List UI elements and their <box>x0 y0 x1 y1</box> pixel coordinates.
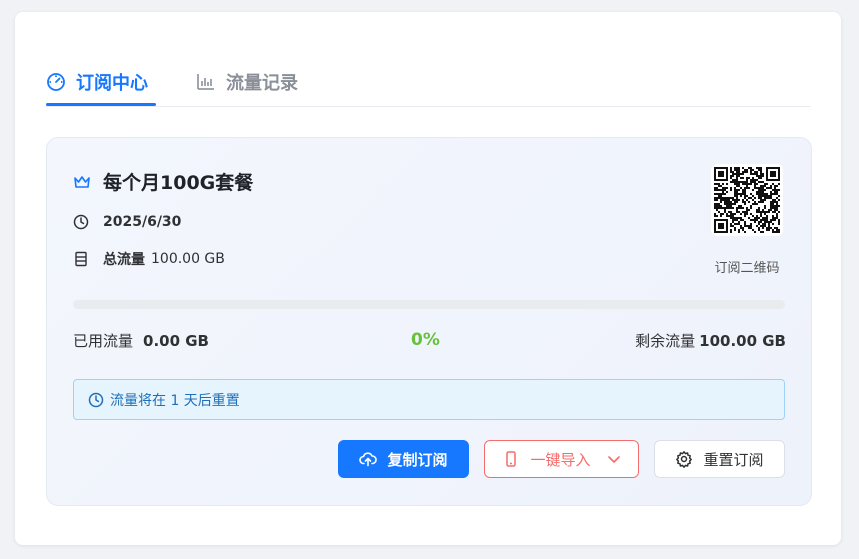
subscription-qr-code[interactable] <box>711 164 783 236</box>
traffic-progress-bar <box>73 300 785 309</box>
expire-row: 2025/6/30 <box>73 214 181 230</box>
total-traffic-label: 总流量 <box>103 252 145 268</box>
used-traffic: 已用流量 0.00 GB <box>73 330 209 351</box>
tab-subscription-label: 订阅中心 <box>76 73 148 94</box>
cloud-upload-icon <box>359 450 378 468</box>
gear-icon <box>675 450 693 468</box>
remaining-traffic: 剩余流量 100.00 GB <box>635 330 786 351</box>
chevron-down-icon <box>607 452 621 466</box>
remaining-traffic-label: 剩余流量 <box>635 332 696 350</box>
clock-icon <box>88 392 104 408</box>
one-click-import-dropdown[interactable]: 一键导入 <box>484 440 639 478</box>
total-traffic-value: 100.00 GB <box>151 251 225 267</box>
expire-date: 2025/6/30 <box>103 214 182 230</box>
reset-info-alert: 流量将在 1 天后重置 <box>73 379 785 420</box>
copy-subscription-label: 复制订阅 <box>387 450 448 469</box>
phone-icon <box>502 450 520 468</box>
active-tab-indicator <box>46 103 156 106</box>
tab-traffic-records[interactable]: 流量记录 <box>196 60 298 104</box>
clock-icon <box>73 214 89 230</box>
plan-panel: 每个月100G套餐 2025/6/30 总流量 100.00 GB 订阅二维码 … <box>46 137 812 506</box>
reset-subscription-label: 重置订阅 <box>703 450 764 469</box>
remaining-traffic-value: 100.00 GB <box>699 332 786 350</box>
qr-code-label: 订阅二维码 <box>714 261 780 276</box>
bar-chart-icon <box>196 72 216 92</box>
crown-icon <box>73 173 91 191</box>
used-traffic-value: 0.00 GB <box>143 332 209 350</box>
qr-code-image <box>714 167 780 233</box>
reset-info-text: 流量将在 1 天后重置 <box>110 392 240 409</box>
plan-name: 每个月100G套餐 <box>103 172 254 194</box>
tab-bar: 订阅中心 流量记录 <box>46 60 811 107</box>
tab-traffic-label: 流量记录 <box>226 73 298 94</box>
plan-header: 每个月100G套餐 <box>73 168 253 195</box>
reset-subscription-button[interactable]: 重置订阅 <box>654 440 785 478</box>
used-traffic-label: 已用流量 <box>73 332 134 350</box>
subscription-card: 订阅中心 流量记录 每个月100G套餐 2025/6/30 总流量 100.00… <box>15 12 841 545</box>
gauge-icon <box>46 72 66 92</box>
usage-percent: 0% <box>411 330 440 350</box>
one-click-import-label: 一键导入 <box>530 450 591 469</box>
total-traffic-row: 总流量 100.00 GB <box>73 249 225 269</box>
tab-subscription-center[interactable]: 订阅中心 <box>46 60 148 104</box>
copy-subscription-button[interactable]: 复制订阅 <box>338 440 469 478</box>
database-icon <box>73 251 89 267</box>
